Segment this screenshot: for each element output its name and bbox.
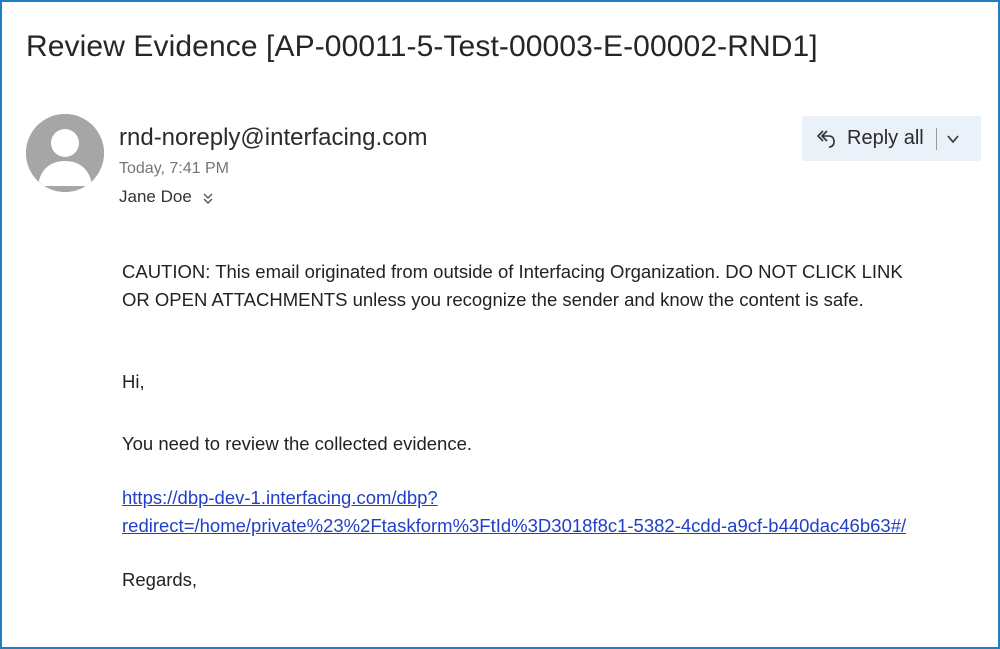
double-chevron-down-icon[interactable] [202,190,214,204]
recipient-name[interactable]: Jane Doe [119,187,192,207]
button-divider [935,127,937,150]
email-subject: Review Evidence [AP-00011-5-Test-00003-E… [26,30,818,63]
task-link-line-1[interactable]: https://dbp-dev-1.interfacing.com/dbp? [122,484,992,512]
greeting: Hi, [122,371,145,392]
default-user-avatar-icon [26,114,104,192]
caution-line-2: OR OPEN ATTACHMENTS unless you recognize… [122,289,864,310]
closing: Regards, [122,569,198,590]
task-link[interactable]: https://dbp-dev-1.interfacing.com/dbp? r… [122,484,992,540]
sender-address[interactable]: rnd-noreply@interfacing.com [119,124,428,152]
sender-avatar[interactable] [26,114,104,192]
reply-all-icon [815,128,837,150]
recipient-row: Jane Doe [119,187,214,207]
reply-all-button[interactable]: Reply all [802,116,981,161]
message-text: You need to review the collected evidenc… [122,433,473,454]
chevron-down-icon[interactable] [945,131,961,147]
task-link-line-2[interactable]: redirect=/home/private%23%2Ftaskform%3Ft… [122,512,992,540]
reply-all-label: Reply all [847,127,924,149]
email-reading-pane: Review Evidence [AP-00011-5-Test-00003-E… [0,0,1000,649]
caution-line-1: CAUTION: This email originated from outs… [122,261,903,282]
caution-notice: CAUTION: This email originated from outs… [122,258,992,314]
email-body: CAUTION: This email originated from outs… [122,258,992,594]
sent-time: Today, 7:41 PM [119,160,229,177]
